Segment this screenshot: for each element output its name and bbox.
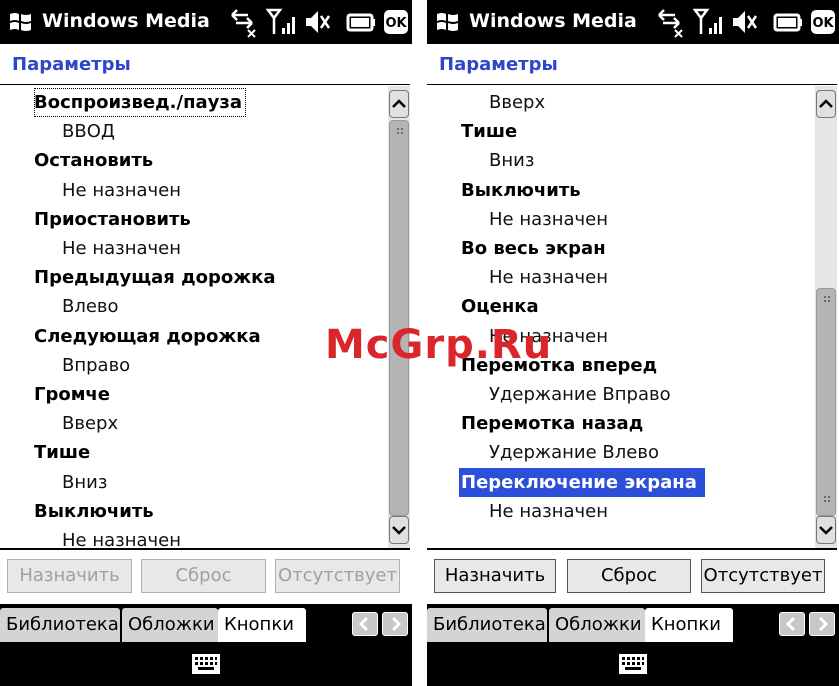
tab-buttons[interactable]: Кнопки (218, 608, 306, 642)
data-connection-icon[interactable] (655, 6, 685, 38)
scroll-up-button[interactable] (816, 90, 836, 118)
tab-bar: Библиотека Обложки Кнопки (427, 604, 839, 644)
chevron-left-icon (358, 616, 369, 632)
scroll-up-button[interactable] (389, 90, 409, 118)
command-label[interactable]: Предыдущая дорожка (34, 263, 276, 292)
tab-next-button[interactable] (382, 612, 408, 636)
watermark: McGrp.Ru (325, 322, 553, 368)
button-mapping-list[interactable]: Вверх Тише Вниз Выключить Не назначен Во весь… (427, 86, 815, 548)
button-mapping-list[interactable]: Воспроизвед./пауза ВВОД Остановить Не назна… (0, 86, 388, 548)
absent-button[interactable]: Отсутствует (275, 559, 400, 593)
assigned-key-value[interactable]: Удержание Влево (489, 438, 659, 467)
command-label[interactable]: Приостановить (34, 205, 191, 234)
assign-button[interactable]: Назначить (434, 559, 556, 593)
tab-bar: Библиотека Обложки Кнопки (0, 604, 412, 644)
button-bar: Назначить Сброс Отсутствует (427, 550, 839, 604)
volume-muted-icon[interactable] (730, 6, 758, 38)
tab-next-button[interactable] (809, 612, 835, 636)
command-label[interactable]: Воспроизвед./пауза (34, 88, 246, 117)
signal-strength-icon[interactable] (693, 6, 725, 38)
command-label[interactable]: Громче (34, 380, 110, 409)
page-title: Параметры (12, 54, 131, 75)
tab-buttons[interactable]: Кнопки (645, 608, 733, 642)
command-label[interactable]: Тише (461, 117, 517, 146)
reset-button[interactable]: Сброс (141, 559, 266, 593)
command-label[interactable]: Оценка (461, 292, 539, 321)
status-bar: Windows Media OK (0, 0, 412, 44)
reset-button[interactable]: Сброс (567, 559, 691, 593)
chevron-down-icon (392, 526, 406, 535)
windows-start-icon[interactable] (435, 10, 461, 34)
chevron-right-icon (818, 616, 829, 632)
svg-text:OK: OK (812, 16, 834, 31)
assigned-key-value[interactable]: Не назначен (62, 526, 181, 548)
scroll-thumb[interactable] (816, 288, 836, 516)
page-header: Параметры (0, 44, 410, 85)
tab-covers[interactable]: Обложки (122, 608, 218, 642)
keyboard-icon[interactable] (191, 652, 221, 676)
chevron-down-icon (819, 526, 833, 535)
command-label[interactable]: Во весь экран (461, 234, 606, 263)
scrollbar[interactable] (815, 86, 837, 548)
app-title: Windows Media (469, 10, 637, 32)
assigned-key-value[interactable]: Вверх (62, 409, 118, 438)
assigned-key-value[interactable]: Не назначен (489, 205, 608, 234)
windows-start-icon[interactable] (8, 10, 34, 34)
page-header: Параметры (427, 44, 837, 85)
tab-library[interactable]: Библиотека (427, 608, 547, 642)
tab-covers[interactable]: Обложки (549, 608, 645, 642)
data-connection-icon[interactable] (228, 6, 258, 38)
ok-icon[interactable]: OK (383, 9, 409, 35)
soft-key-bar (427, 644, 839, 686)
assigned-key-value[interactable]: Не назначен (489, 497, 608, 526)
command-label[interactable]: Выключить (34, 497, 154, 526)
ok-icon[interactable]: OK (810, 9, 836, 35)
assigned-key-value[interactable]: Вправо (62, 351, 130, 380)
assigned-key-value[interactable]: Не назначен (489, 263, 608, 292)
command-label[interactable]: Остановить (34, 146, 153, 175)
chevron-up-icon (819, 99, 833, 108)
assigned-key-value[interactable]: Вверх (489, 88, 545, 117)
status-bar: Windows Media OK (427, 0, 839, 44)
tab-prev-button[interactable] (352, 612, 378, 636)
grip-icon (824, 496, 830, 502)
app-title: Windows Media (42, 10, 210, 32)
volume-muted-icon[interactable] (303, 6, 331, 38)
tab-prev-button[interactable] (779, 612, 805, 636)
button-bar: Назначить Сброс Отсутствует (0, 550, 412, 604)
scroll-down-button[interactable] (816, 516, 836, 544)
assigned-key-value[interactable]: Удержание Вправо (489, 380, 671, 409)
scroll-thumb[interactable] (389, 120, 409, 516)
battery-icon[interactable] (772, 6, 804, 38)
signal-strength-icon[interactable] (266, 6, 298, 38)
chevron-right-icon (391, 616, 402, 632)
chevron-up-icon (392, 99, 406, 108)
chevron-left-icon (785, 616, 796, 632)
command-label[interactable]: Перемотка назад (461, 409, 643, 438)
command-label[interactable]: Тише (34, 438, 90, 467)
svg-text:OK: OK (385, 16, 407, 31)
absent-button[interactable]: Отсутствует (701, 559, 825, 593)
command-label[interactable]: Переключение экрана (459, 467, 705, 497)
assigned-key-value[interactable]: Не назначен (62, 176, 181, 205)
soft-key-bar (0, 644, 412, 686)
grip-icon (824, 296, 830, 302)
grip-icon (397, 128, 403, 134)
assign-button[interactable]: Назначить (7, 559, 132, 593)
scrollbar[interactable] (388, 86, 410, 548)
command-label[interactable]: Следующая дорожка (34, 322, 261, 351)
assigned-key-value[interactable]: Вниз (62, 468, 107, 497)
assigned-key-value[interactable]: ВВОД (62, 117, 115, 146)
scroll-down-button[interactable] (389, 516, 409, 544)
battery-icon[interactable] (345, 6, 377, 38)
command-label[interactable]: Выключить (461, 176, 581, 205)
keyboard-icon[interactable] (618, 652, 648, 676)
assigned-key-value[interactable]: Не назначен (62, 234, 181, 263)
page-title: Параметры (439, 54, 558, 75)
tab-library[interactable]: Библиотека (0, 608, 120, 642)
assigned-key-value[interactable]: Вниз (489, 146, 534, 175)
assigned-key-value[interactable]: Влево (62, 292, 119, 321)
